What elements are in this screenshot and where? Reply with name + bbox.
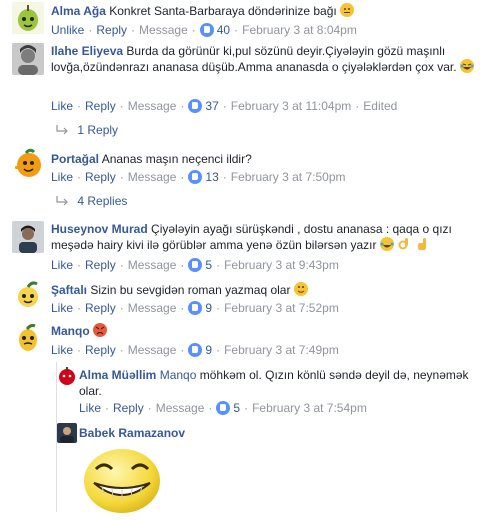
comment-text: Ananas maşın neçenci ildir? (101, 152, 252, 166)
replies-count[interactable]: 1 Reply (77, 123, 118, 137)
like-count[interactable]: 13 (205, 170, 218, 184)
comment-author[interactable]: Portağal (51, 152, 99, 166)
grinning-sticker-icon[interactable] (82, 447, 162, 515)
replies-count[interactable]: 4 Replies (77, 194, 127, 208)
reply-button[interactable]: Reply (85, 258, 116, 272)
laughing-tears-emoji-icon (459, 59, 474, 73)
comment-ilahe-eliyeva: Ilahe Eliyeva Burda da görünür ki,pul sö… (0, 40, 495, 140)
reply-babek-ramazanov: Babek Ramazanov (0, 423, 495, 521)
thumbs-up-icon (188, 301, 203, 315)
comment-alma-aga: Alma Ağa Konkret Santa-Barbaraya döndəri… (0, 0, 495, 44)
laughing-tears-emoji-icon (379, 237, 394, 251)
angry-face-emoji-icon (93, 323, 108, 337)
message-button[interactable]: Message (128, 343, 177, 357)
timestamp[interactable]: February 3 at 7:54pm (252, 401, 367, 415)
view-replies-link[interactable]: 1 Reply (56, 122, 118, 138)
thumbs-up-icon (188, 258, 203, 272)
comment-author[interactable]: Ilahe Eliyeva (51, 44, 123, 58)
like-button[interactable]: Like (79, 401, 101, 415)
comment-huseynov-murad: Huseynov Murad Çiyələyin ayağı sürüşkənd… (0, 218, 495, 274)
thumbs-up-icon (188, 343, 203, 357)
message-button[interactable]: Message (128, 99, 177, 113)
avatar[interactable] (57, 366, 77, 386)
comment-author[interactable]: Huseynov Murad (51, 222, 148, 236)
peach-avatar-icon (18, 281, 38, 307)
smiling-face-emoji-icon (293, 282, 308, 296)
neutral-face-emoji-icon (340, 3, 355, 17)
user-photo-icon (12, 221, 44, 253)
thumbs-up-icon (188, 99, 203, 113)
apple-avatar-icon (59, 367, 75, 385)
ok-hand-emoji-icon (397, 237, 411, 251)
avatar[interactable] (12, 221, 44, 253)
avatar[interactable] (12, 322, 44, 354)
timestamp[interactable]: February 3 at 11:04pm (231, 99, 352, 113)
reply-button[interactable]: Reply (85, 343, 116, 357)
edited-label[interactable]: Edited (363, 99, 397, 113)
reply-arrow-icon (56, 196, 68, 206)
like-button[interactable]: Like (51, 99, 73, 113)
like-count[interactable]: 37 (205, 99, 218, 113)
avatar[interactable] (12, 2, 44, 34)
reply-author[interactable]: Alma Müəllim (79, 368, 156, 382)
reply-button[interactable]: Reply (85, 301, 116, 315)
comment-author[interactable]: Manqo (51, 324, 90, 338)
comment-portagal: Portağal Ananas maşın neçenci ildir? Lik… (0, 148, 495, 208)
like-count[interactable]: 40 (217, 23, 230, 37)
timestamp[interactable]: February 3 at 7:50pm (231, 170, 346, 184)
comment-saftali: Şaftalı Sizin bu sevgidən roman yazmaq o… (0, 278, 495, 318)
like-button[interactable]: Like (51, 170, 73, 184)
message-button[interactable]: Message (128, 170, 177, 184)
reply-arrow-icon (56, 125, 68, 135)
pointing-hand-emoji-icon (415, 237, 429, 251)
thumbs-up-icon (216, 401, 231, 415)
reply-button[interactable]: Reply (113, 401, 144, 415)
message-button[interactable]: Message (128, 258, 177, 272)
message-button[interactable]: Message (139, 23, 188, 37)
message-button[interactable]: Message (128, 301, 177, 315)
reply-author[interactable]: Babek Ramazanov (79, 426, 185, 440)
thumbs-up-icon (199, 23, 214, 37)
comment-text: Sizin bu sevgidən roman yazmaq olar (90, 283, 291, 297)
user-photo-icon (60, 427, 74, 443)
comment-text: Konkret Santa-Barbaraya döndərinize bağı (109, 4, 337, 18)
timestamp[interactable]: February 3 at 9:43pm (224, 258, 339, 272)
reply-button[interactable]: Reply (85, 99, 116, 113)
avatar[interactable] (12, 279, 44, 311)
view-replies-link[interactable]: 4 Replies (56, 193, 127, 209)
mango-avatar-icon (19, 323, 37, 351)
timestamp[interactable]: February 3 at 7:49pm (224, 343, 339, 357)
like-button[interactable]: Like (51, 301, 73, 315)
apple-avatar-icon (18, 5, 38, 31)
reply-button[interactable]: Reply (96, 23, 127, 37)
avatar[interactable] (12, 43, 44, 75)
avatar[interactable] (57, 423, 77, 443)
avatar[interactable] (12, 148, 44, 180)
mention-link[interactable]: Manqo (160, 368, 197, 382)
unlike-button[interactable]: Unlike (51, 23, 84, 37)
reply-button[interactable]: Reply (85, 170, 116, 184)
user-photo-icon (12, 43, 44, 75)
thumbs-up-icon (188, 170, 203, 184)
like-button[interactable]: Like (51, 343, 73, 357)
timestamp[interactable]: February 3 at 7:52pm (224, 301, 339, 315)
comment-manqo: Manqo Like · Reply · Message · 9 · February 3 at… (0, 320, 495, 360)
message-button[interactable]: Message (156, 401, 205, 415)
like-button[interactable]: Like (51, 258, 73, 272)
reply-alma-muellim: Alma Müəllim Manqo möhkəm ol. Qızın könl… (0, 364, 495, 420)
orange-avatar-icon (15, 148, 41, 177)
comment-author[interactable]: Alma Ağa (51, 4, 106, 18)
timestamp[interactable]: February 3 at 8:04pm (242, 23, 357, 37)
comment-author[interactable]: Şaftalı (51, 283, 87, 297)
